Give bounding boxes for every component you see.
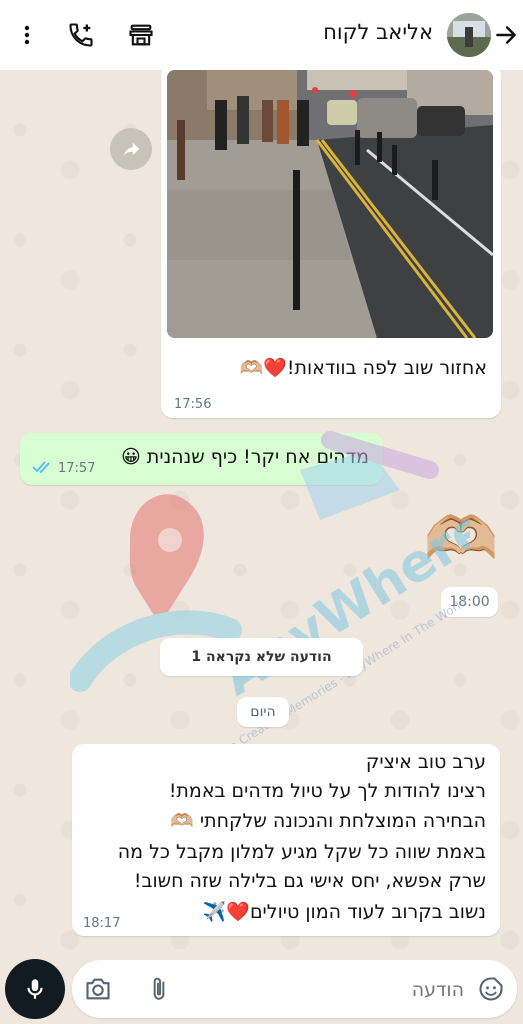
message-time: 17:56: [174, 397, 212, 412]
read-ticks-icon: [32, 459, 54, 478]
message-composer: [72, 960, 517, 1018]
attach-icon[interactable]: [146, 975, 172, 1007]
forward-icon[interactable]: [110, 128, 152, 170]
back-arrow-icon[interactable]: [489, 18, 523, 52]
camera-icon[interactable]: [84, 976, 112, 1006]
photo-message-bubble[interactable]: אחזור שוב לפה בוודאות!❤️🫶🏼 17:56: [161, 64, 501, 418]
message-line: נשוב בקרוב לעוד המון טיולים❤️✈️: [202, 901, 486, 923]
mic-icon: [27, 979, 43, 999]
incoming-message-bubble[interactable]: ערב טוב איציק רצינו להודות לך על טיול מד…: [72, 744, 500, 936]
message-line: הבחירה המוצלחת והנכונה שלקחתי 🫶🏼: [170, 810, 486, 832]
heart-hands-sticker[interactable]: 🫶🏼: [420, 503, 502, 575]
add-call-icon[interactable]: [64, 18, 98, 52]
more-vert-icon[interactable]: [10, 18, 44, 52]
store-icon[interactable]: [124, 18, 158, 52]
message-line: רצינו להודות לך על טיול מדהים באמת!: [168, 780, 486, 802]
message-input[interactable]: [182, 972, 466, 1008]
mic-button[interactable]: [5, 959, 65, 1019]
date-divider: היום: [237, 697, 289, 727]
street-photo[interactable]: [167, 70, 493, 338]
emoji-icon[interactable]: [477, 975, 505, 1007]
message-line: שרק אפשא, יחס אישי גם בלילה שזה חשוב!: [133, 870, 486, 892]
avatar[interactable]: [447, 13, 491, 57]
unread-messages-banner: 1 הודעה שלא נקראה: [160, 638, 363, 676]
message-line: באמת שווה כל שקל מגיע למלון מקבל כל מה: [117, 841, 486, 863]
chat-header: אליאב לקוח: [0, 0, 523, 71]
contact-name[interactable]: אליאב לקוח: [323, 20, 433, 44]
photo-caption: אחזור שוב לפה בוודאות!❤️🫶🏼: [239, 357, 487, 379]
message-text: מדהים אח יקר! כיף שנהנית 😀: [120, 446, 369, 468]
message-time: 17:57: [58, 461, 96, 476]
message-time: 18:17: [83, 916, 121, 931]
sticker-time: 18:00: [441, 587, 498, 617]
outgoing-message-bubble[interactable]: מדהים אח יקר! כיף שנהנית 😀 17:57: [20, 433, 383, 485]
message-line: ערב טוב איציק: [365, 751, 486, 773]
